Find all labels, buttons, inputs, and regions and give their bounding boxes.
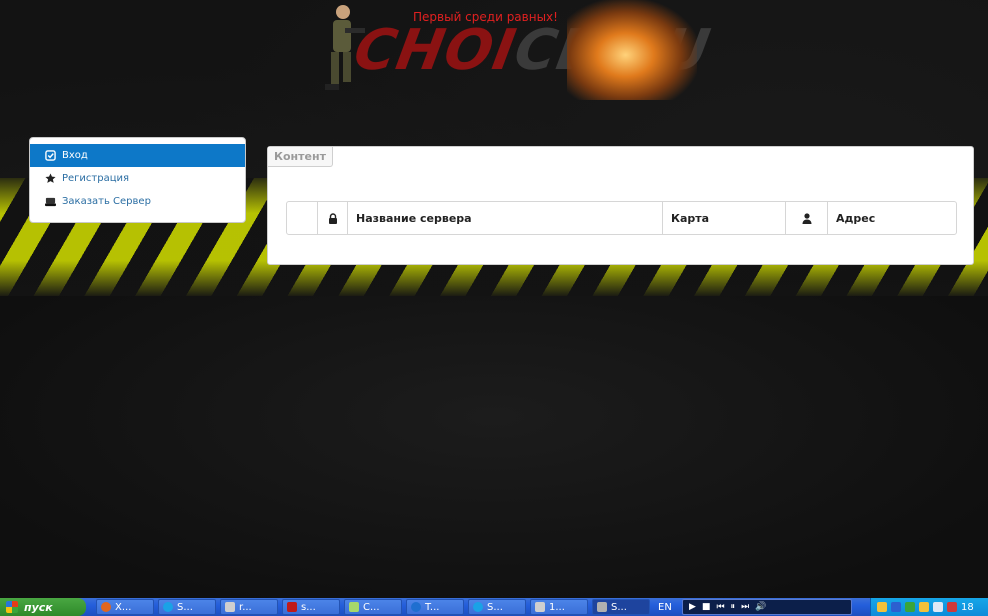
taskbar-item-teamviewer[interactable]: T... <box>406 599 464 615</box>
stop-icon[interactable]: ■ <box>702 602 711 612</box>
logo-text-red: CHOI <box>349 18 522 83</box>
content-tab[interactable]: Контент <box>268 147 333 167</box>
taskbar-item-screenshot[interactable]: S... <box>592 599 650 615</box>
play-icon[interactable]: ▶ <box>689 602 696 612</box>
system-tray: 18 <box>870 598 988 616</box>
site-slogan: Первый среди равных! <box>413 10 558 24</box>
column-address[interactable]: Адрес <box>828 202 956 234</box>
taskbar-item-label: T... <box>425 601 440 613</box>
taskbar-item-python-2[interactable]: 1... <box>530 599 588 615</box>
filezilla-icon <box>287 602 297 612</box>
camera-icon <box>597 602 607 612</box>
menu-item-login[interactable]: Вход <box>30 144 245 167</box>
volume-icon[interactable]: 🔊 <box>755 602 766 612</box>
taskbar-item-label: S... <box>611 601 627 613</box>
server-icon <box>44 196 56 208</box>
start-button[interactable]: пуск <box>0 598 86 616</box>
taskbar-item-label: r... <box>239 601 252 613</box>
tray-app-icon-2[interactable] <box>947 602 957 612</box>
menu-item-label: Регистрация <box>62 173 130 184</box>
menu-item-label: Вход <box>62 150 88 161</box>
network-icon[interactable] <box>891 602 901 612</box>
menu-item-label: Заказать Сервер <box>62 196 151 207</box>
column-players[interactable] <box>786 202 828 234</box>
skype-icon <box>473 602 483 612</box>
language-indicator[interactable]: EN <box>658 602 676 613</box>
taskbar-item-label: S... <box>177 601 193 613</box>
teamviewer-icon <box>411 602 421 612</box>
taskbar-item-skype-2[interactable]: S... <box>468 599 526 615</box>
taskbar-item-label: X... <box>115 601 132 613</box>
column-server-name[interactable]: Название сервера <box>348 202 663 234</box>
taskbar-item-filezilla[interactable]: s... <box>282 599 340 615</box>
side-menu: Вход Регистрация Заказать Сервер <box>29 137 246 223</box>
start-label: пуск <box>24 600 53 614</box>
next-icon[interactable]: ⏭ <box>741 602 749 612</box>
taskbar-item-label: s... <box>301 601 316 613</box>
python-icon <box>535 602 545 612</box>
taskbar-item-label: S... <box>487 601 503 613</box>
security-icon[interactable] <box>905 602 915 612</box>
tray-app-icon[interactable] <box>877 602 887 612</box>
warning-icon[interactable] <box>919 602 929 612</box>
speaker-icon[interactable] <box>933 602 943 612</box>
server-table-header: Название сервера Карта Адрес <box>286 201 957 235</box>
taskbar-item-label: 1... <box>549 601 565 613</box>
skype-icon <box>163 602 173 612</box>
windows-taskbar: пуск X... S... r... s... C... T... S... … <box>0 598 988 616</box>
previous-icon[interactable]: ⏮ <box>716 602 724 612</box>
menu-item-registration[interactable]: Регистрация <box>30 167 245 190</box>
taskbar-item-python[interactable]: r... <box>220 599 278 615</box>
taskbar-item-label: C... <box>363 601 380 613</box>
explosion-image <box>567 0 697 100</box>
taskbar-item-firefox[interactable]: X... <box>96 599 154 615</box>
background-texture <box>0 296 988 598</box>
python-icon <box>225 602 235 612</box>
pause-icon[interactable]: ⏸ <box>731 602 736 612</box>
taskbar-item-notepad[interactable]: C... <box>344 599 402 615</box>
lock-icon <box>328 212 337 224</box>
clock[interactable]: 18 <box>961 602 974 613</box>
media-player-toolbar: ▶ ■ ⏮ ⏸ ⏭ 🔊 <box>682 599 852 615</box>
menu-item-order-server[interactable]: Заказать Сервер <box>30 190 245 213</box>
user-icon <box>802 212 811 224</box>
column-lock[interactable] <box>318 202 348 234</box>
checkbox-icon <box>44 150 56 162</box>
taskbar-item-skype[interactable]: S... <box>158 599 216 615</box>
star-icon <box>44 173 56 185</box>
firefox-icon <box>101 602 111 612</box>
content-panel: Контент Название сервера Карта Адрес <box>267 146 974 265</box>
notepad-icon <box>349 602 359 612</box>
column-map[interactable]: Карта <box>663 202 786 234</box>
windows-logo-icon <box>6 601 18 613</box>
site-banner[interactable]: CHOICE.RU Первый среди равных! <box>305 0 715 104</box>
column-status <box>287 202 318 234</box>
